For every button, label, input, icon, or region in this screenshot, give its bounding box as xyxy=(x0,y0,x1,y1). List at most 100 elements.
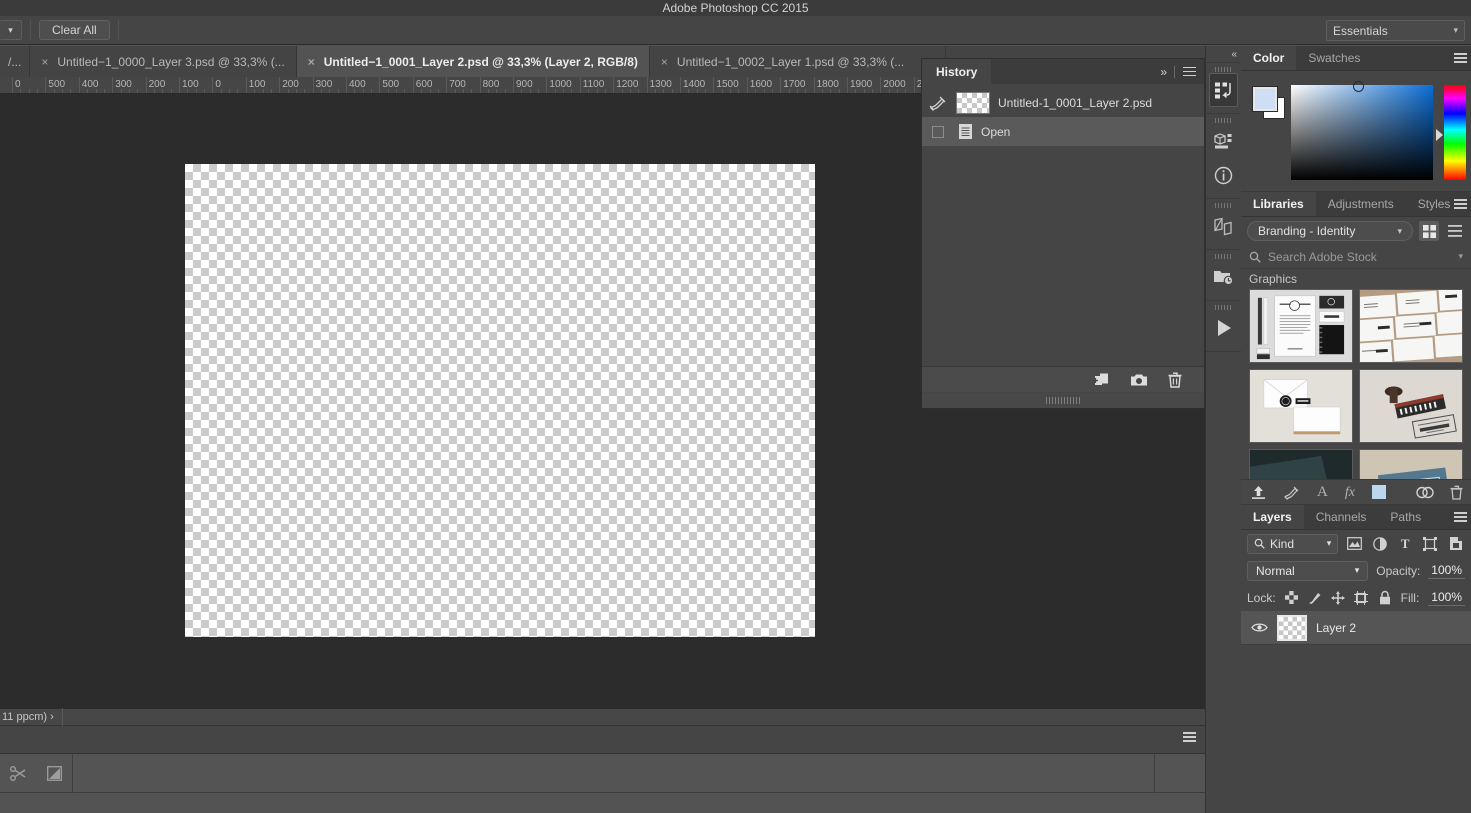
document-canvas-transparent[interactable] xyxy=(185,164,815,637)
hue-slider-marker-icon[interactable] xyxy=(1436,129,1443,141)
document-tab-label: Untitled−1_0000_Layer 3.psd @ 33,3% (... xyxy=(57,54,285,69)
collapsed-panel-dock: « xyxy=(1205,46,1241,813)
workspace-switcher[interactable]: Essentials ▾ xyxy=(1326,20,1465,41)
tab-libraries[interactable]: Libraries xyxy=(1241,192,1316,216)
dock-icon-info[interactable] xyxy=(1206,158,1241,192)
opacity-value[interactable]: 100% xyxy=(1428,563,1465,579)
dock-icon-layer-comps[interactable] xyxy=(1206,209,1241,243)
history-state-row[interactable]: Open xyxy=(922,117,1204,146)
trash-icon[interactable] xyxy=(1450,485,1463,500)
library-thumbnail[interactable] xyxy=(1359,449,1463,479)
dock-grip[interactable] xyxy=(1206,66,1241,73)
lock-position-icon[interactable] xyxy=(1331,588,1346,607)
document-tab[interactable]: × Untitled−1_0002_Layer 1.psd @ 33,3% (.… xyxy=(649,46,947,77)
ruler-label: 1100 xyxy=(582,79,605,90)
add-graphic-icon[interactable] xyxy=(1283,485,1300,500)
double-chevron-right-icon[interactable]: » xyxy=(1160,65,1167,79)
options-divider-1 xyxy=(30,20,31,40)
list-view-icon[interactable] xyxy=(1445,221,1465,241)
dock-icon-play[interactable] xyxy=(1206,311,1241,345)
panel-menu-icon[interactable] xyxy=(1454,53,1467,63)
library-thumbnail[interactable] xyxy=(1359,369,1463,443)
filter-type-icon[interactable]: T xyxy=(1396,534,1414,553)
library-thumbnail[interactable] xyxy=(1249,369,1353,443)
tab-channels[interactable]: Channels xyxy=(1304,505,1379,529)
filter-smartobject-icon[interactable] xyxy=(1447,534,1465,553)
scissors-icon[interactable] xyxy=(10,765,27,781)
history-panel-resize-grip[interactable] xyxy=(922,393,1204,408)
lock-image-pixels-icon[interactable] xyxy=(1308,588,1322,607)
lock-transparent-pixels-icon[interactable] xyxy=(1285,588,1299,607)
camera-snapshot-icon[interactable] xyxy=(1130,373,1148,387)
layer-filter-kind-select[interactable]: Kind ▾ xyxy=(1247,533,1339,554)
filter-pixel-icon[interactable] xyxy=(1345,534,1363,553)
history-snapshot-row[interactable]: Untitled-1_0001_Layer 2.psd xyxy=(922,88,1204,117)
chevron-down-icon[interactable]: ▾ xyxy=(1458,251,1463,262)
add-text-style-icon[interactable]: A xyxy=(1317,484,1328,500)
history-brush-source-checkbox[interactable] xyxy=(932,125,944,138)
library-selector[interactable]: Branding - Identity ▾ xyxy=(1247,221,1413,241)
filter-adjustment-icon[interactable] xyxy=(1371,534,1389,553)
eye-icon[interactable] xyxy=(1251,622,1268,633)
close-icon[interactable]: × xyxy=(661,56,668,68)
transition-icon[interactable] xyxy=(47,765,62,781)
library-thumbnail[interactable] xyxy=(1249,289,1353,363)
panel-menu-icon[interactable] xyxy=(1454,199,1467,209)
library-thumbnail[interactable] xyxy=(1359,289,1463,363)
double-chevron-left-icon[interactable]: « xyxy=(1206,46,1241,62)
layer-row[interactable]: Layer 2 xyxy=(1241,611,1471,645)
tab-color-label: Color xyxy=(1253,51,1285,65)
new-document-from-state-icon[interactable] xyxy=(1093,372,1110,387)
document-tab[interactable]: × Untitled−1_0000_Layer 3.psd @ 33,3% (.… xyxy=(30,46,297,77)
tool-preset-dropdown[interactable]: ▾ xyxy=(0,20,22,40)
hue-slider[interactable] xyxy=(1444,85,1466,180)
dock-grip[interactable] xyxy=(1206,117,1241,124)
close-icon[interactable]: × xyxy=(308,56,315,68)
lock-all-icon[interactable] xyxy=(1377,588,1391,607)
library-thumbnail[interactable] xyxy=(1249,449,1353,479)
filter-shape-icon[interactable] xyxy=(1421,534,1439,553)
adobe-stock-search-row[interactable]: Search Adobe Stock ▾ xyxy=(1241,245,1471,269)
lock-artboard-icon[interactable] xyxy=(1354,588,1369,607)
tab-paths[interactable]: Paths xyxy=(1378,505,1433,529)
layers-filter-row: Kind ▾ T xyxy=(1241,530,1471,557)
history-brush-icon[interactable] xyxy=(928,95,948,111)
tab-color[interactable]: Color xyxy=(1241,46,1297,70)
document-tab-active[interactable]: × Untitled−1_0001_Layer 2.psd @ 33,3% (L… xyxy=(296,46,650,77)
layer-thumbnail[interactable] xyxy=(1277,614,1307,641)
fill-value[interactable]: 100% xyxy=(1428,590,1465,606)
foreground-color-swatch[interactable] xyxy=(1252,86,1278,112)
clear-all-button[interactable]: Clear All xyxy=(39,20,110,40)
add-layer-style-icon[interactable]: fx xyxy=(1345,485,1355,500)
tab-libraries-label: Libraries xyxy=(1253,197,1304,211)
dock-grip[interactable] xyxy=(1206,202,1241,209)
tab-adjustments[interactable]: Adjustments xyxy=(1316,192,1406,216)
tab-swatches[interactable]: Swatches xyxy=(1296,46,1372,70)
grid-view-icon[interactable] xyxy=(1419,221,1439,241)
dock-grip[interactable] xyxy=(1206,304,1241,311)
color-field-picker[interactable] xyxy=(1291,81,1433,180)
dock-icon-folder-clock[interactable] xyxy=(1206,260,1241,294)
trash-icon[interactable] xyxy=(1168,372,1182,388)
document-tab[interactable]: /... xyxy=(0,46,31,77)
add-color-icon[interactable] xyxy=(1371,485,1386,499)
blend-mode-select[interactable]: Normal ▾ xyxy=(1247,560,1369,581)
upload-icon[interactable] xyxy=(1251,485,1266,500)
dock-icon-history-actions[interactable] xyxy=(1209,73,1238,107)
lower-panel-bar xyxy=(0,726,1205,754)
color-picker-ring-icon[interactable] xyxy=(1353,81,1364,92)
tab-layers[interactable]: Layers xyxy=(1241,505,1304,529)
dock-icon-3d-properties[interactable] xyxy=(1206,124,1241,158)
foreground-background-swatches[interactable] xyxy=(1252,86,1287,119)
layer-filter-kind-label: Kind xyxy=(1270,536,1295,551)
panel-menu-icon[interactable] xyxy=(1183,66,1196,77)
panel-menu-icon[interactable] xyxy=(1183,732,1196,742)
dock-grip[interactable] xyxy=(1206,253,1241,260)
panel-menu-icon[interactable] xyxy=(1454,512,1467,522)
library-graphics-grid xyxy=(1241,289,1471,479)
tab-history[interactable]: History xyxy=(922,59,992,84)
close-icon[interactable]: × xyxy=(41,56,48,68)
timeline-track-area[interactable] xyxy=(73,753,1155,793)
chevron-down-icon: ▾ xyxy=(1326,538,1332,548)
creative-cloud-icon[interactable] xyxy=(1416,486,1434,499)
